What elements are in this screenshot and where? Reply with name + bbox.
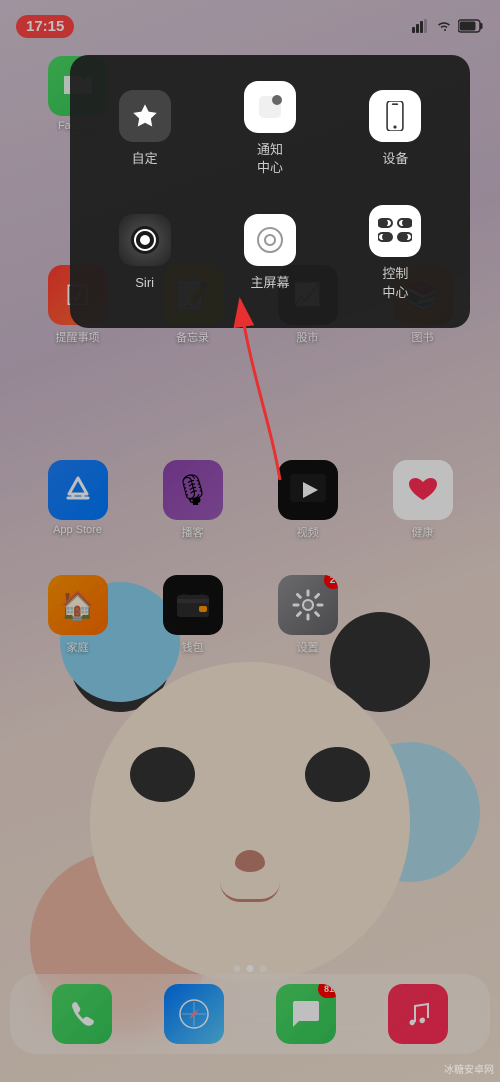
notification-center-label: 通知中心 <box>257 141 283 177</box>
menu-item-control-center[interactable]: 控制中心 <box>337 195 454 311</box>
menu-item-home-screen[interactable]: 主屏幕 <box>211 195 328 311</box>
watermark: 冰糖安卓网 <box>444 1061 494 1076</box>
customize-label: 自定 <box>132 150 158 168</box>
home-screen-icon-container <box>244 214 296 266</box>
menu-item-siri[interactable]: Siri <box>86 195 203 311</box>
menu-item-customize[interactable]: 自定 <box>86 71 203 187</box>
device-icon-container <box>369 90 421 142</box>
device-icon <box>383 101 407 131</box>
control-center-icon-container <box>369 205 421 257</box>
siri-icon-container <box>119 214 171 266</box>
home-screen-icon <box>255 225 285 255</box>
menu-item-device[interactable]: 设备 <box>337 71 454 187</box>
notification-icon <box>255 92 285 122</box>
notification-icon-container <box>244 81 296 133</box>
menu-item-notification-center[interactable]: 通知中心 <box>211 71 328 187</box>
control-center-label: 控制中心 <box>382 265 408 301</box>
star-icon <box>131 102 159 130</box>
context-menu: 自定 通知中心 设备 Sir <box>70 55 470 328</box>
device-label: 设备 <box>382 150 408 168</box>
star-icon-container <box>119 90 171 142</box>
siri-icon <box>129 224 161 256</box>
control-center-icon <box>378 217 412 245</box>
siri-label: Siri <box>135 274 154 292</box>
home-screen-label: 主屏幕 <box>250 274 289 292</box>
